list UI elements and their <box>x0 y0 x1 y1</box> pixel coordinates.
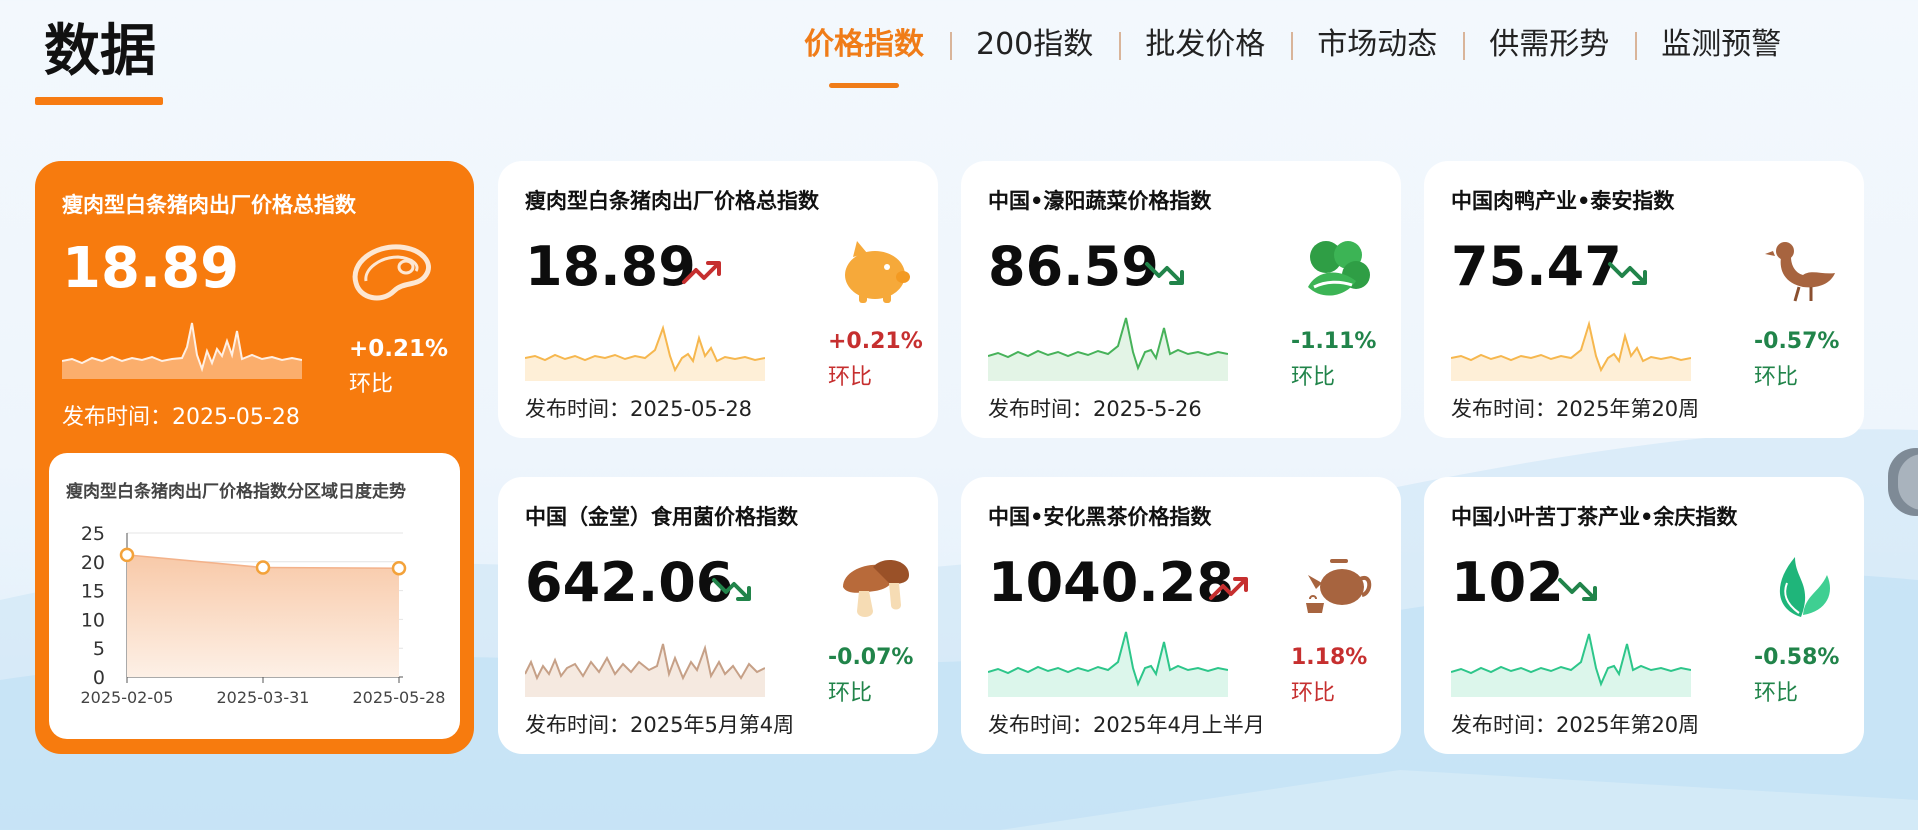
change-label: 环比 <box>1754 365 1799 390</box>
index-card-kuding-tea[interactable]: 中国小叶苦丁茶产业•余庆指数 102 -0.58% 环比 发布时间：2025年第… <box>1424 477 1864 754</box>
trend-down-icon <box>712 578 751 601</box>
tab-market-news[interactable]: 市场动态 <box>1291 20 1463 70</box>
sparkline <box>1451 633 1691 697</box>
card-title: 中国（金堂）食用菌价格指数 <box>525 505 798 529</box>
data-point <box>255 560 271 575</box>
y-tick-label: 20 <box>81 552 105 574</box>
y-tick-label: 15 <box>81 581 105 603</box>
card-value: 1040.28 <box>988 551 1234 614</box>
data-point <box>119 547 135 563</box>
teapot-icon <box>1306 559 1372 613</box>
change-label: 环比 <box>828 365 873 390</box>
publish-date: 发布时间：2025-5-26 <box>988 397 1202 421</box>
x-tick-label: 2025-05-28 <box>353 688 446 707</box>
trend-up-icon <box>1209 577 1248 600</box>
card-value: 75.47 <box>1451 235 1622 298</box>
regional-trend-chart: 25 20 15 10 5 02025-02-05 2025-03-31 2025-05-28 <box>81 523 446 707</box>
mushroom-icon <box>843 560 909 617</box>
featured-index-card[interactable]: 瘦肉型白条猪肉出厂价格总指数 18.89 +0.21% 环比 发布时间：2025… <box>35 161 474 754</box>
featured-publish-date: 发布时间：2025-05-28 <box>62 405 300 430</box>
card-value: 642.06 <box>525 551 734 614</box>
pig-icon <box>845 241 910 303</box>
change-percent: -0.07% <box>828 645 914 670</box>
sparkline <box>525 643 765 697</box>
sparkline <box>988 631 1228 697</box>
page-title: 数据 <box>44 19 156 84</box>
change-percent: -0.58% <box>1754 645 1840 670</box>
title-underline <box>35 97 163 105</box>
tab-monitoring-alert[interactable]: 监测预警 <box>1635 20 1807 70</box>
featured-sparkline <box>62 322 302 379</box>
publish-date: 发布时间：2025-05-28 <box>525 397 753 421</box>
change-percent: -1.11% <box>1291 329 1377 354</box>
tab-bar: 价格指数 200指数 批发价格 市场动态 供需形势 监测预警 <box>778 20 1807 70</box>
sparkline <box>988 317 1228 381</box>
tea-leaf-icon <box>1779 557 1830 617</box>
index-card-pork[interactable]: 瘦肉型白条猪肉出厂价格总指数 18.89 +0.21% 环比 发布时间：2025… <box>498 161 938 438</box>
card-title: 中国肉鸭产业•泰安指数 <box>1451 189 1675 213</box>
change-label: 环比 <box>828 681 873 706</box>
y-tick-label: 5 <box>93 638 105 660</box>
card-value: 18.89 <box>525 235 696 298</box>
publish-date: 发布时间：2025年5月第4周 <box>525 713 795 737</box>
regional-trend-title: 瘦肉型白条猪肉出厂价格指数分区域日度走势 <box>66 482 406 502</box>
y-tick-label: 0 <box>93 667 105 689</box>
change-percent: -0.57% <box>1754 329 1840 354</box>
meat-icon <box>352 244 431 301</box>
featured-card-title: 瘦肉型白条猪肉出厂价格总指数 <box>62 193 356 217</box>
publish-date: 发布时间：2025年第20周 <box>1451 397 1700 421</box>
featured-change-label: 环比 <box>349 372 394 397</box>
tab-supply-demand[interactable]: 供需形势 <box>1463 20 1635 70</box>
index-card-duck[interactable]: 中国肉鸭产业•泰安指数 75.47 -0.57% 环比 发布时间：2025年第2… <box>1424 161 1864 438</box>
tab-200-index[interactable]: 200指数 <box>950 20 1119 70</box>
sparkline <box>525 324 765 381</box>
change-label: 环比 <box>1291 681 1336 706</box>
tab-price-index[interactable]: 价格指数 <box>778 20 950 70</box>
regional-trend-panel: 瘦肉型白条猪肉出厂价格指数分区域日度走势 25 20 15 10 5 0 2025-02-0… <box>49 453 460 739</box>
y-tick-label: 25 <box>81 523 105 545</box>
card-value: 86.59 <box>988 235 1159 298</box>
duck-icon <box>1765 242 1835 302</box>
change-percent: +0.21% <box>828 329 923 354</box>
vegetable-icon <box>1308 241 1370 296</box>
data-point <box>391 560 407 576</box>
y-tick-label: 10 <box>81 609 105 631</box>
tab-wholesale-price[interactable]: 批发价格 <box>1119 20 1291 70</box>
sparkline <box>1451 320 1691 381</box>
change-label: 环比 <box>1291 365 1336 390</box>
card-title: 中国•濠阳蔬菜价格指数 <box>988 189 1212 213</box>
publish-date: 发布时间：2025年4月上半月 <box>988 713 1265 737</box>
trend-down-icon <box>1145 262 1184 285</box>
card-title: 瘦肉型白条猪肉出厂价格总指数 <box>525 189 819 213</box>
index-card-vegetable[interactable]: 中国•濠阳蔬菜价格指数 86.59 -1.11% 环比 发布时间：2025-5-… <box>961 161 1401 438</box>
card-title: 中国小叶苦丁茶产业•余庆指数 <box>1451 505 1738 529</box>
trend-down-icon <box>1558 578 1597 601</box>
index-card-mushroom[interactable]: 中国（金堂）食用菌价格指数 642.06 -0.07% 环比 发布时间：2025… <box>498 477 938 754</box>
x-tick-label: 2025-03-31 <box>217 688 310 707</box>
x-tick-label: 2025-02-05 <box>81 688 174 707</box>
featured-change-percent: +0.21% <box>349 336 449 362</box>
featured-card-value: 18.89 <box>62 236 240 301</box>
card-value: 102 <box>1451 551 1564 614</box>
index-card-dark-tea[interactable]: 中国•安化黑茶价格指数 1040.28 1.18% 环比 发布时间：2025年4… <box>961 477 1401 754</box>
trend-up-icon <box>682 261 721 284</box>
change-percent: 1.18% <box>1291 645 1368 670</box>
change-label: 环比 <box>1754 681 1799 706</box>
trend-down-icon <box>1608 262 1647 285</box>
publish-date: 发布时间：2025年第20周 <box>1451 713 1700 737</box>
card-title: 中国•安化黑茶价格指数 <box>988 505 1212 529</box>
